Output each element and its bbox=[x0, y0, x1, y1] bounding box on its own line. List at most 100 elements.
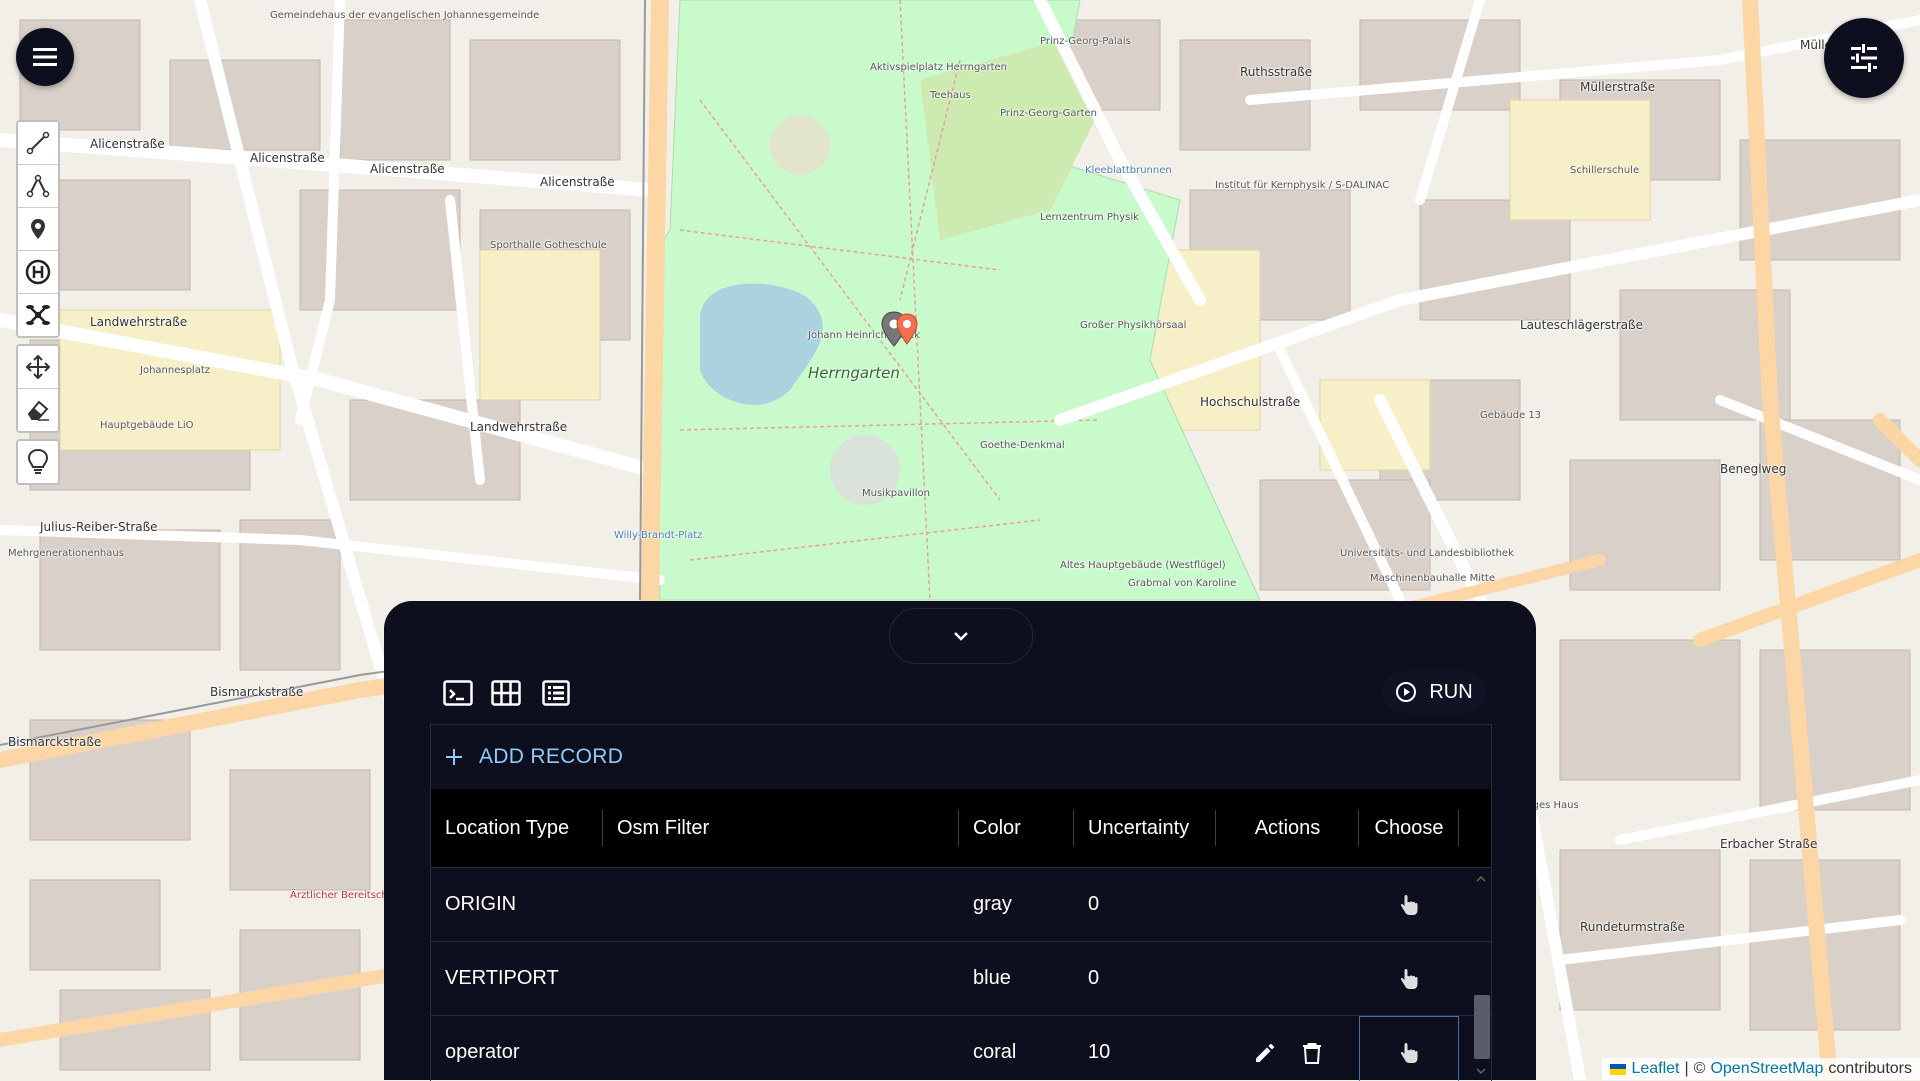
run-label: RUN bbox=[1429, 680, 1473, 703]
draw-toolbar bbox=[16, 120, 60, 485]
grid-view-button[interactable] bbox=[490, 677, 522, 709]
edit-button[interactable] bbox=[1253, 1041, 1277, 1065]
records-table: ADD RECORD Location Type Osm Filter Colo… bbox=[430, 724, 1492, 1081]
table-toolbar: ADD RECORD bbox=[431, 725, 1491, 789]
place-label: Lernzentrum Physik bbox=[1040, 212, 1139, 223]
table-scrollbar[interactable] bbox=[1471, 867, 1491, 1081]
hamburger-menu-icon bbox=[33, 48, 57, 66]
street-label: Lauteschlägerstraße bbox=[1520, 318, 1643, 332]
plus-icon bbox=[446, 749, 462, 765]
extra-tools-group bbox=[16, 439, 60, 485]
chevron-down-icon bbox=[954, 632, 968, 641]
place-label: Aktivspielplatz Herrngarten bbox=[870, 62, 1007, 73]
place-label: Institut für Kernphysik / S-DALINAC bbox=[1215, 180, 1390, 191]
location-type-cell[interactable]: VERTIPORT bbox=[431, 942, 603, 1015]
osm-filter-cell[interactable] bbox=[603, 1016, 959, 1081]
place-label: Sporthalle Gotheschule bbox=[490, 240, 607, 251]
place-label: Universitäts- und Landesbibliothek bbox=[1340, 548, 1514, 559]
uncertainty-cell[interactable]: 0 bbox=[1074, 868, 1216, 941]
column-header-location-type[interactable]: Location Type bbox=[431, 789, 603, 867]
collapse-panel-button[interactable] bbox=[889, 608, 1033, 664]
uncertainty-cell[interactable]: 10 bbox=[1074, 1016, 1216, 1081]
data-panel: RUN ADD RECORD Location Type Osm Filter … bbox=[384, 601, 1536, 1081]
street-label: Rundeturmstraße bbox=[1580, 920, 1685, 934]
location-type-cell[interactable]: ORIGIN bbox=[431, 868, 603, 941]
choose-cell bbox=[1359, 868, 1459, 941]
leaflet-link[interactable]: Leaflet bbox=[1631, 1060, 1679, 1078]
osm-filter-cell[interactable] bbox=[603, 942, 959, 1015]
play-circle-icon bbox=[1396, 682, 1417, 702]
color-cell[interactable]: blue bbox=[959, 942, 1074, 1015]
street-label: Hochschulstraße bbox=[1200, 395, 1301, 409]
actions-cell bbox=[1216, 942, 1359, 1015]
table-row[interactable]: operator coral 10 bbox=[431, 1016, 1491, 1081]
contributors-text: contributors bbox=[1828, 1060, 1912, 1077]
add-record-button[interactable]: ADD RECORD bbox=[445, 745, 623, 769]
choose-cell bbox=[1359, 942, 1459, 1015]
place-label: Teehaus bbox=[930, 90, 971, 101]
list-view-button[interactable] bbox=[540, 677, 572, 709]
place-label: Musikpavillon bbox=[862, 488, 930, 499]
coral-location-marker[interactable] bbox=[895, 312, 925, 352]
place-label: Kleeblattbrunnen bbox=[1085, 165, 1172, 176]
hints-button[interactable] bbox=[18, 441, 58, 483]
eraser-icon bbox=[27, 400, 49, 421]
location-type-cell[interactable]: operator bbox=[431, 1016, 603, 1081]
color-cell[interactable]: coral bbox=[959, 1016, 1074, 1081]
table-row[interactable]: ORIGIN gray 0 bbox=[431, 868, 1491, 942]
edit-tools-group bbox=[16, 344, 60, 433]
scroll-down-icon[interactable] bbox=[1475, 1067, 1487, 1075]
place-label: Hauptgebäude LiO bbox=[100, 420, 194, 431]
street-label: Ruthsstraße bbox=[1240, 65, 1313, 79]
openstreetmap-link[interactable]: OpenStreetMap bbox=[1710, 1060, 1823, 1078]
add-record-label: ADD RECORD bbox=[479, 745, 624, 768]
choose-button[interactable] bbox=[1398, 1041, 1420, 1065]
street-label: Alicenstraße bbox=[90, 137, 165, 151]
menu-button[interactable] bbox=[16, 28, 74, 86]
street-label: Bismarckstraße bbox=[210, 685, 304, 699]
scrollbar-thumb[interactable] bbox=[1474, 995, 1490, 1059]
pencil-icon bbox=[1255, 1043, 1274, 1062]
place-label: Prinz-Georg-Garten bbox=[1000, 108, 1097, 119]
draw-polyline-button[interactable] bbox=[18, 122, 58, 165]
drag-mode-button[interactable] bbox=[18, 346, 58, 389]
sliders-icon bbox=[1851, 44, 1877, 72]
choose-button[interactable] bbox=[1398, 967, 1420, 991]
draw-polygon-button[interactable] bbox=[18, 165, 58, 208]
color-cell[interactable]: gray bbox=[959, 868, 1074, 941]
place-label: Altes Hauptgebäude (Westflügel) bbox=[1060, 560, 1226, 571]
drone-icon bbox=[26, 305, 50, 325]
terminal-icon bbox=[443, 680, 473, 706]
column-header-osm-filter[interactable]: Osm Filter bbox=[603, 789, 959, 867]
copyright-symbol: © bbox=[1693, 1060, 1706, 1077]
delete-button[interactable] bbox=[1301, 1041, 1323, 1065]
place-label: Gemeindehaus der evangelischen Johannesg… bbox=[270, 10, 540, 21]
street-label: Beneglweg bbox=[1720, 462, 1787, 476]
draw-marker-button[interactable] bbox=[18, 208, 58, 251]
draw-drone-button[interactable] bbox=[18, 294, 58, 336]
place-label: Prinz-Georg-Palais bbox=[1040, 36, 1131, 47]
column-header-actions: Actions bbox=[1216, 789, 1359, 867]
place-label: Johannesplatz bbox=[140, 365, 210, 376]
run-button[interactable]: RUN bbox=[1382, 671, 1486, 713]
table-row[interactable]: VERTIPORT blue 0 bbox=[431, 942, 1491, 1016]
pointer-hand-icon bbox=[1400, 894, 1418, 915]
osm-filter-cell[interactable] bbox=[603, 868, 959, 941]
actions-cell bbox=[1216, 868, 1359, 941]
place-label: Schillerschule bbox=[1570, 165, 1640, 176]
street-label: Landwehrstraße bbox=[470, 420, 568, 434]
helipad-icon bbox=[25, 259, 51, 285]
polyline-icon bbox=[26, 131, 50, 155]
scroll-up-icon[interactable] bbox=[1475, 875, 1487, 883]
column-header-uncertainty[interactable]: Uncertainty bbox=[1074, 789, 1216, 867]
removal-mode-button[interactable] bbox=[18, 389, 58, 431]
place-label: Goethe-Denkmal bbox=[980, 440, 1065, 451]
draw-vertiport-button[interactable] bbox=[18, 251, 58, 294]
filter-settings-button[interactable] bbox=[1824, 18, 1904, 98]
grid-icon bbox=[491, 680, 521, 706]
ukraine-flag-icon bbox=[1610, 1063, 1627, 1075]
column-header-color[interactable]: Color bbox=[959, 789, 1074, 867]
terminal-view-button[interactable] bbox=[442, 677, 474, 709]
uncertainty-cell[interactable]: 0 bbox=[1074, 942, 1216, 1015]
choose-button[interactable] bbox=[1398, 893, 1420, 917]
